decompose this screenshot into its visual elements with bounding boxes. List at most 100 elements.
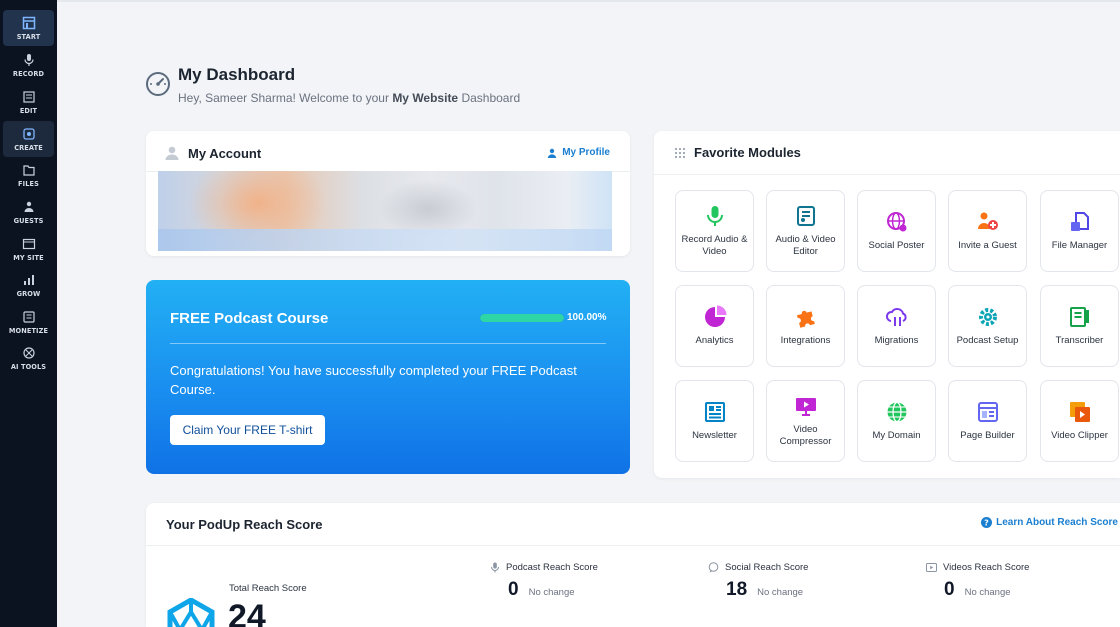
module-page-builder[interactable]: Page Builder xyxy=(948,380,1027,462)
sidebar-item-label: GROW xyxy=(16,289,41,298)
claim-tshirt-button[interactable]: Claim Your FREE T-shirt xyxy=(170,415,325,445)
learn-reach-score-link[interactable]: ? Learn About Reach Score xyxy=(981,517,1118,528)
my-domain-icon xyxy=(887,401,906,423)
my-account-header: My Account xyxy=(164,145,261,161)
page-builder-icon xyxy=(977,402,998,422)
module-integrations[interactable]: Integrations xyxy=(766,285,845,367)
podcast-reach-change: No change xyxy=(528,587,575,598)
sidebar-item-label: MY SITE xyxy=(13,253,44,262)
sidebar-item-label: CREATE xyxy=(14,143,43,152)
sidebar-item-guests[interactable]: GUESTS xyxy=(3,194,54,230)
divider xyxy=(170,343,606,344)
module-record-audio-video[interactable]: Record Audio & Video xyxy=(675,190,754,272)
social-poster-icon xyxy=(886,212,906,232)
module-invite-guest[interactable]: Invite a Guest xyxy=(948,190,1027,272)
my-profile-link[interactable]: My Profile xyxy=(547,147,610,158)
videos-reach-change: No change xyxy=(964,587,1011,598)
reach-score-card: Your PodUp Reach Score ? Learn About Rea… xyxy=(146,503,1120,627)
podcast-course-card: FREE Podcast Course 100.00% Congratulati… xyxy=(146,280,630,474)
module-label: Record Audio & Video xyxy=(681,234,748,257)
analytics-icon xyxy=(704,305,726,327)
svg-text:?: ? xyxy=(984,518,989,527)
course-progress-value: 100.00% xyxy=(567,312,607,323)
podcast-reach-value: 0 xyxy=(508,579,519,600)
module-label: File Manager xyxy=(1051,240,1108,251)
module-video-clipper[interactable]: Video Clipper xyxy=(1040,380,1119,462)
sidebar-item-my-site[interactable]: MY SITE xyxy=(3,231,54,267)
monetize-icon xyxy=(22,310,35,323)
favorite-modules-title: Favorite Modules xyxy=(694,145,801,160)
my-account-card: My Account My Profile xyxy=(146,131,630,256)
module-label: Migrations xyxy=(874,335,919,346)
sidebar-item-grow[interactable]: GROW xyxy=(3,267,54,303)
start-icon xyxy=(22,16,35,29)
grid-dots-icon xyxy=(674,147,686,158)
videos-reach-label: Videos Reach Score xyxy=(943,562,1030,573)
my-site-icon xyxy=(22,238,35,249)
sidebar-item-record[interactable]: RECORD xyxy=(3,47,54,83)
module-label: Page Builder xyxy=(960,430,1015,441)
podcast-reach-score: Podcast Reach Score 0 No change xyxy=(490,562,598,601)
learn-reach-score-label: Learn About Reach Score xyxy=(996,517,1118,528)
module-social-poster[interactable]: Social Poster xyxy=(857,190,936,272)
divider xyxy=(146,545,1120,546)
divider xyxy=(654,174,1120,175)
reach-score-polyhedron-icon xyxy=(167,598,215,627)
welcome-subtitle: Hey, Sameer Sharma! Welcome to your My W… xyxy=(178,91,520,105)
sidebar-item-label: AI TOOLS xyxy=(10,362,47,371)
module-label: Transcriber xyxy=(1055,335,1104,346)
social-reach-change: No change xyxy=(757,587,804,598)
module-label: Podcast Setup xyxy=(956,335,1019,346)
greeting-prefix: Hey, Sameer Sharma! Welcome to your xyxy=(178,91,393,105)
module-newsletter[interactable]: Newsletter xyxy=(675,380,754,462)
social-reach-score: Social Reach Score 18 No change xyxy=(708,562,808,601)
module-label: Integrations xyxy=(780,335,831,346)
podcast-reach-label: Podcast Reach Score xyxy=(506,562,598,573)
sidebar-item-create[interactable]: CREATE xyxy=(3,121,54,157)
user-icon xyxy=(165,146,179,160)
module-file-manager[interactable]: File Manager xyxy=(1040,190,1119,272)
sidebar-item-label: MONETIZE xyxy=(8,326,49,335)
module-migrations[interactable]: Migrations xyxy=(857,285,936,367)
podcast-setup-icon xyxy=(978,308,997,326)
create-icon xyxy=(22,127,35,140)
sidebar-item-label: RECORD xyxy=(12,69,45,78)
blurred-account-info xyxy=(158,171,612,251)
favorite-modules-header: Favorite Modules xyxy=(674,145,801,160)
audio-video-editor-icon xyxy=(796,206,815,226)
greeting-suffix: Dashboard xyxy=(458,91,521,105)
module-audio-video-editor[interactable]: Audio & Video Editor xyxy=(766,190,845,272)
video-clipper-icon xyxy=(1069,402,1090,422)
module-my-domain[interactable]: My Domain xyxy=(857,380,936,462)
module-label: Analytics xyxy=(695,335,734,346)
sidebar-item-edit[interactable]: EDIT xyxy=(3,84,54,120)
transcriber-icon xyxy=(1069,307,1089,327)
module-transcriber[interactable]: Transcriber xyxy=(1040,285,1119,367)
module-label: Video Compressor xyxy=(779,424,832,447)
microphone-icon xyxy=(706,206,723,226)
top-divider xyxy=(57,0,1120,2)
user-icon xyxy=(548,148,557,158)
reach-score-title: Your PodUp Reach Score xyxy=(166,517,323,532)
guests-icon xyxy=(24,201,33,212)
my-profile-label: My Profile xyxy=(562,147,610,158)
microphone-icon xyxy=(491,562,499,573)
module-label: My Domain xyxy=(872,430,921,441)
sidebar-item-label: START xyxy=(16,32,41,41)
module-podcast-setup[interactable]: Podcast Setup xyxy=(948,285,1027,367)
chat-bubble-icon xyxy=(708,562,719,573)
sidebar-item-monetize[interactable]: MONETIZE xyxy=(3,304,54,340)
video-icon xyxy=(926,563,937,572)
sidebar-item-ai-tools[interactable]: AI TOOLS xyxy=(3,340,54,376)
total-reach-score-label: Total Reach Score xyxy=(229,583,307,594)
file-manager-icon xyxy=(1070,212,1089,231)
sidebar-item-files[interactable]: FILES xyxy=(3,157,54,193)
sidebar-item-start[interactable]: START xyxy=(3,10,54,46)
favorite-modules-card: Favorite Modules Record Audio & Video Au… xyxy=(654,131,1120,478)
total-reach-score-value: 24 xyxy=(228,598,266,627)
module-video-compressor[interactable]: Video Compressor xyxy=(766,380,845,462)
integrations-icon xyxy=(796,310,815,328)
video-compressor-icon xyxy=(795,398,816,416)
videos-reach-score: Videos Reach Score 0 No change xyxy=(926,562,1029,601)
module-analytics[interactable]: Analytics xyxy=(675,285,754,367)
